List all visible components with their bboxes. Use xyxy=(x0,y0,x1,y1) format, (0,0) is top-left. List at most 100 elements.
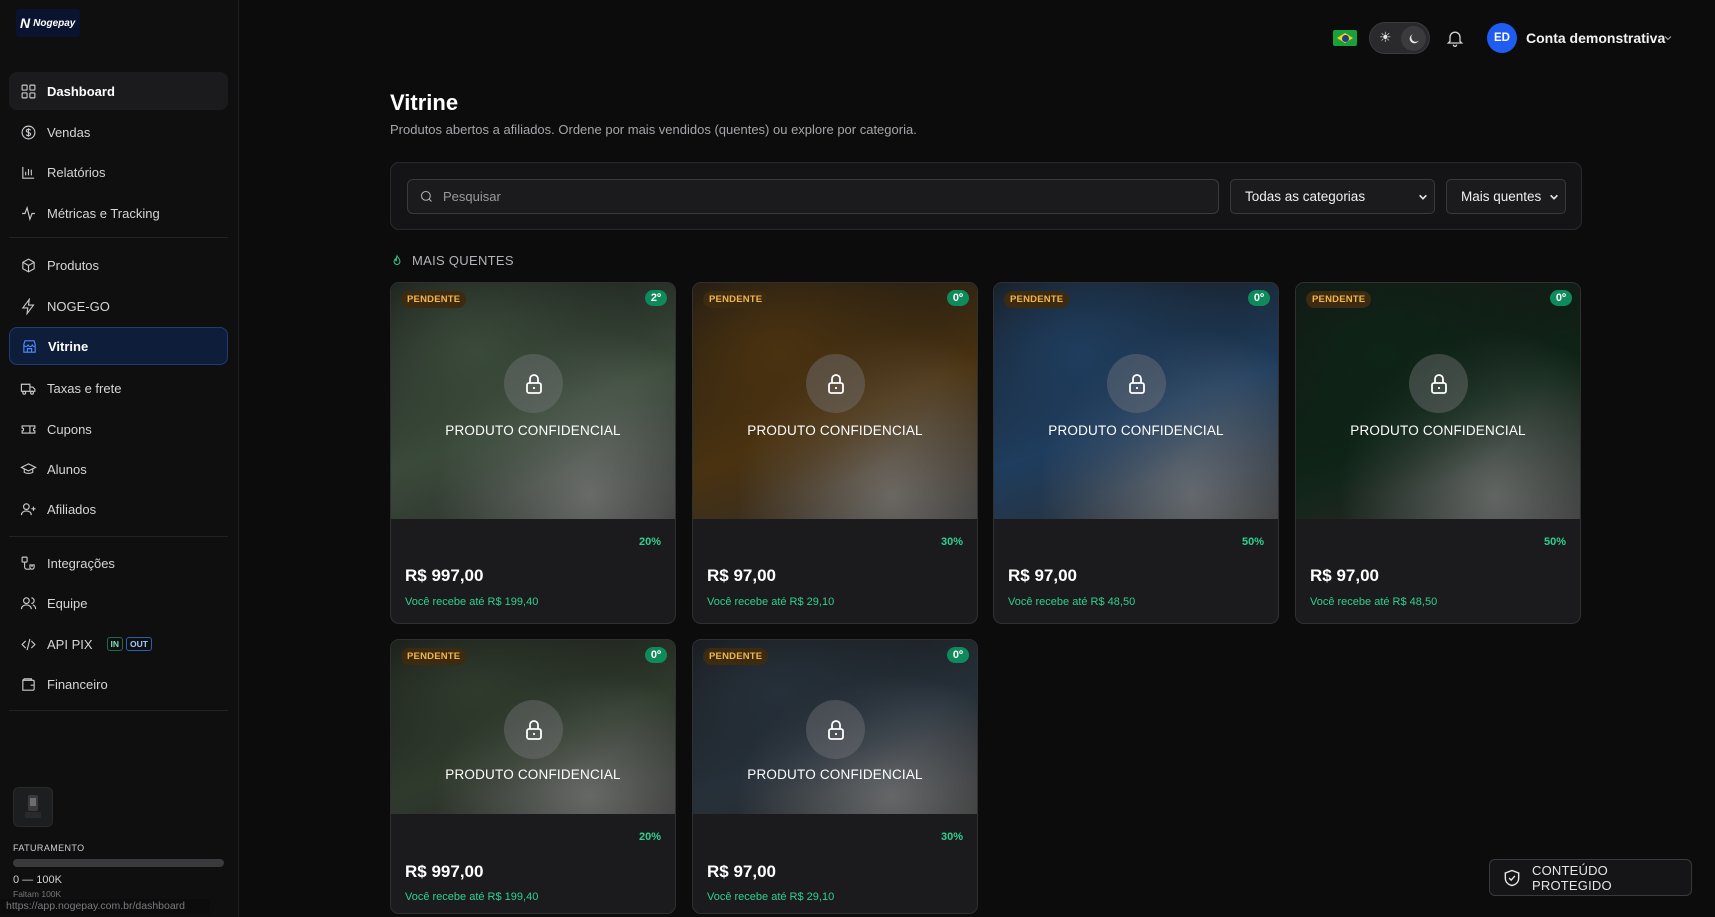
ticket-icon xyxy=(21,424,36,434)
affiliate-earnings: Você recebe até R$ 199,40 xyxy=(405,596,539,608)
sidebar-item-relatorios[interactable]: Relatórios xyxy=(9,153,228,191)
sidebar-item-integracoes[interactable]: Integrações xyxy=(9,544,228,582)
sidebar-item-produtos[interactable]: Produtos xyxy=(9,246,228,284)
sidebar-item-cupons[interactable]: Cupons xyxy=(9,410,228,448)
chevron-down-icon[interactable] xyxy=(1662,31,1674,43)
status-badge: PENDENTE xyxy=(703,648,769,665)
search-input[interactable] xyxy=(443,189,1203,204)
graduation-cap-icon xyxy=(20,462,37,474)
sidebar-item-label: Produtos xyxy=(47,257,100,273)
zap-icon xyxy=(21,297,35,315)
product-title: PRODUTO CONFIDENCIAL xyxy=(445,423,621,438)
product-card[interactable]: PENDENTE 2º PRODUTO CONFIDENCIAL 20% R$ 997,… xyxy=(390,282,676,624)
logo-mark-icon: N xyxy=(20,15,31,31)
product-card[interactable]: PENDENTE 0º PRODUTO CONFIDENCIAL 30% R$ 97,0… xyxy=(692,282,978,624)
billing-progress-bar xyxy=(13,859,224,867)
activity-icon xyxy=(22,205,35,221)
sidebar-item-equipe[interactable]: Equipe xyxy=(9,584,228,622)
product-price: R$ 997,00 xyxy=(405,862,484,881)
lock-icon xyxy=(806,354,865,413)
sidebar-item-alunos[interactable]: Alunos xyxy=(9,450,228,488)
user-avatar[interactable]: ED xyxy=(1487,23,1517,53)
rank-badge: 0º xyxy=(946,647,969,663)
shield-check-icon xyxy=(1504,869,1520,886)
product-price: R$ 97,00 xyxy=(707,566,776,585)
page-title: Vitrine xyxy=(390,90,459,115)
commission-percent: 50% xyxy=(1543,536,1566,548)
wallet-icon xyxy=(22,677,35,691)
sidebar-item-label: Taxas e frete xyxy=(47,380,122,396)
sidebar-item-label: Afiliados xyxy=(47,501,97,517)
product-card[interactable]: PENDENTE 0º PRODUTO CONFIDENCIAL 20% R$ 997,… xyxy=(390,639,676,914)
sidebar-item-label: Dashboard xyxy=(47,83,115,99)
rank-badge: 0º xyxy=(946,290,969,306)
sidebar-item-label: Métricas e Tracking xyxy=(47,205,160,221)
product-title: PRODUTO CONFIDENCIAL xyxy=(1350,423,1526,438)
affiliate-earnings: Você recebe até R$ 29,10 xyxy=(707,596,835,608)
user-name[interactable]: Conta demonstrativa xyxy=(1526,30,1665,46)
product-card[interactable]: PENDENTE 0º PRODUTO CONFIDENCIAL 50% R$ 97,0… xyxy=(1295,282,1581,624)
affiliate-earnings: Você recebe até R$ 48,50 xyxy=(1310,596,1438,608)
category-select[interactable]: Todas as categorias xyxy=(1230,179,1435,214)
pill-in: IN xyxy=(106,637,124,651)
sidebar-divider xyxy=(9,536,228,537)
sort-select[interactable]: Mais quentes xyxy=(1446,179,1566,214)
product-title: PRODUTO CONFIDENCIAL xyxy=(747,767,923,782)
sidebar-item-taxas[interactable]: Taxas e frete xyxy=(9,369,228,407)
brazil-flag-icon[interactable] xyxy=(1333,30,1357,46)
protected-content-badge: CONTEÚDO PROTEGIDO xyxy=(1489,859,1692,896)
lock-icon xyxy=(806,700,865,759)
commission-percent: 20% xyxy=(638,831,661,843)
product-title: PRODUTO CONFIDENCIAL xyxy=(445,767,621,782)
sidebar-item-dashboard[interactable]: Dashboard xyxy=(9,72,228,110)
sidebar-item-noge-go[interactable]: NOGE-GO xyxy=(9,287,228,325)
sidebar-item-financeiro[interactable]: Financeiro xyxy=(9,665,228,703)
product-title: PRODUTO CONFIDENCIAL xyxy=(1048,423,1224,438)
sidebar-item-label: Equipe xyxy=(47,595,88,611)
notifications-bell-icon[interactable] xyxy=(1445,28,1465,48)
sidebar-item-vendas[interactable]: Vendas xyxy=(9,113,228,151)
sidebar-divider xyxy=(9,710,228,711)
status-badge: PENDENTE xyxy=(1306,291,1372,308)
bar-chart-icon xyxy=(22,166,35,179)
status-badge: PENDENTE xyxy=(401,291,467,308)
rank-badge: 2º xyxy=(644,290,667,306)
grid-icon xyxy=(21,84,36,98)
status-badge: PENDENTE xyxy=(401,648,467,665)
sidebar-item-label: Vitrine xyxy=(48,338,89,354)
sidebar-item-label: NOGE-GO xyxy=(47,298,110,314)
sidebar-divider xyxy=(9,237,228,238)
nogepay-logo[interactable]: N Nogepay xyxy=(16,9,80,37)
sidebar-item-metricas[interactable]: Métricas e Tracking xyxy=(9,194,228,232)
product-price: R$ 997,00 xyxy=(405,566,484,585)
sun-icon: ☀ xyxy=(1379,29,1392,45)
status-badge: PENDENTE xyxy=(703,291,769,308)
truck-icon xyxy=(20,383,36,395)
chevron-down-icon xyxy=(1419,194,1427,200)
lock-icon xyxy=(1107,354,1166,413)
sidebar-item-label: Relatórios xyxy=(47,164,106,180)
search-box[interactable] xyxy=(407,179,1219,214)
pill-out: OUT xyxy=(126,637,152,651)
sidebar-item-afiliados[interactable]: Afiliados xyxy=(9,490,228,528)
dollar-circle-icon xyxy=(21,125,36,139)
section-label-hot: MAIS QUENTES xyxy=(390,253,514,268)
affiliate-earnings: Você recebe até R$ 199,40 xyxy=(405,891,539,903)
theme-toggle[interactable]: ☀ xyxy=(1369,22,1430,54)
sidebar-item-api-pix[interactable]: API PIX IN OUT xyxy=(9,625,228,663)
product-card[interactable]: PENDENTE 0º PRODUTO CONFIDENCIAL 50% R$ 97,0… xyxy=(993,282,1279,624)
sidebar-item-vitrine[interactable]: Vitrine xyxy=(9,327,228,365)
lock-icon xyxy=(504,700,563,759)
api-pix-pills: IN OUT xyxy=(106,637,152,651)
users-icon xyxy=(20,596,37,609)
level-badge-image[interactable] xyxy=(13,787,53,827)
user-plus-icon xyxy=(20,502,36,515)
sidebar-item-label: Vendas xyxy=(47,124,91,140)
status-bar-url: https://app.nogepay.com.br/dashboard xyxy=(0,899,210,914)
product-card[interactable]: PENDENTE 0º PRODUTO CONFIDENCIAL 30% R$ 97,0… xyxy=(692,639,978,914)
rank-badge: 0º xyxy=(644,647,667,663)
sidebar-item-label: Alunos xyxy=(47,461,87,477)
store-icon xyxy=(23,339,36,353)
page-subtitle: Produtos abertos a afiliados. Ordene por… xyxy=(390,122,917,137)
code-icon xyxy=(21,638,36,650)
